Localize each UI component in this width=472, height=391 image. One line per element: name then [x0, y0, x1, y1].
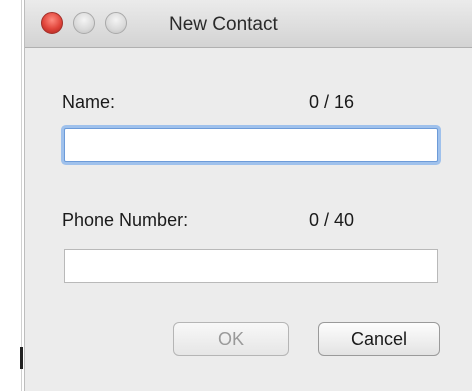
- zoom-window-icon[interactable]: [105, 12, 127, 34]
- ok-button[interactable]: OK: [173, 322, 289, 356]
- title-bar[interactable]: New Contact: [25, 0, 472, 48]
- name-input[interactable]: [64, 128, 438, 162]
- name-label: Name:: [62, 92, 116, 112]
- phone-number-char-counter: 0 / 40: [309, 210, 355, 230]
- window-title: New Contact: [169, 14, 278, 35]
- edge-mark: [20, 347, 23, 369]
- close-window-icon[interactable]: [41, 12, 63, 34]
- screen: New Contact Name: 0 / 16 Phone Number: 0…: [0, 0, 472, 391]
- edge-divider: [21, 0, 22, 391]
- new-contact-dialog: New Contact Name: 0 / 16 Phone Number: 0…: [24, 0, 472, 391]
- phone-number-input[interactable]: [64, 249, 438, 283]
- cancel-button[interactable]: Cancel: [318, 322, 440, 356]
- minimize-window-icon[interactable]: [73, 12, 95, 34]
- background-window-edge: [0, 0, 24, 391]
- phone-number-label: Phone Number:: [62, 210, 189, 230]
- name-char-counter: 0 / 16: [309, 92, 355, 112]
